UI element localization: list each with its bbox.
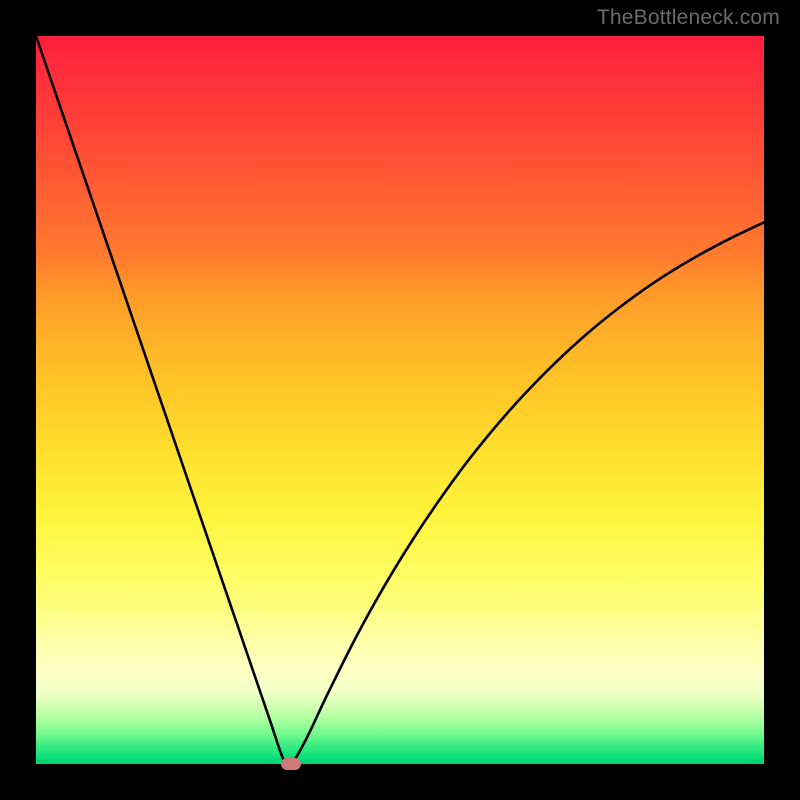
watermark-text: TheBottleneck.com — [597, 6, 780, 30]
minimum-marker — [281, 758, 301, 770]
bottleneck-curve — [36, 36, 764, 764]
chart-frame: TheBottleneck.com — [0, 0, 800, 800]
plot-area — [36, 36, 764, 764]
